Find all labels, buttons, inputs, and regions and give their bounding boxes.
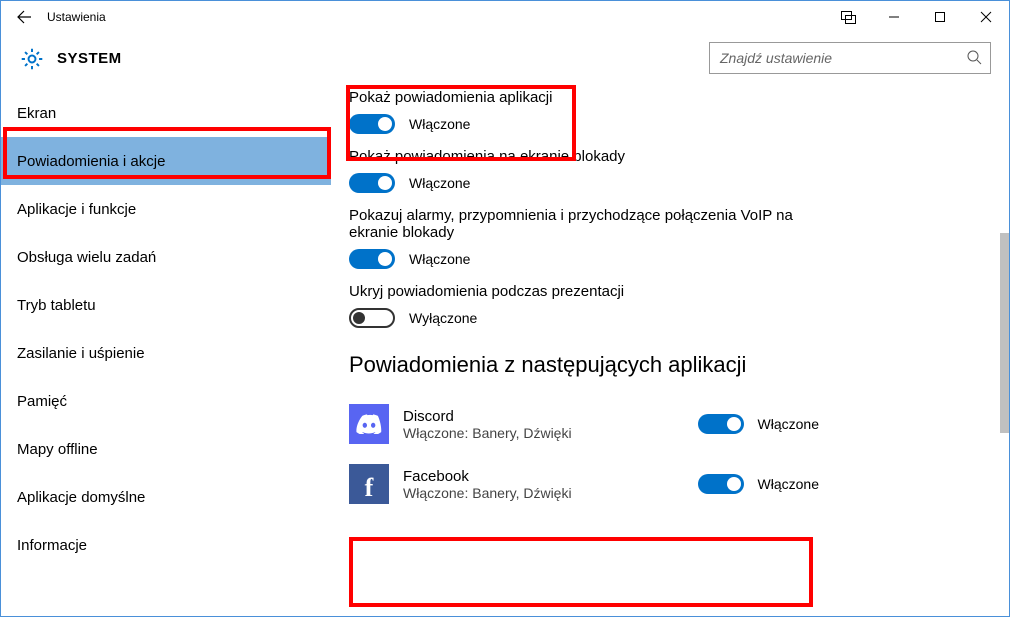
toggle-state: Włączone: [758, 416, 819, 432]
discord-icon: [349, 404, 389, 444]
window-title: Ustawienia: [47, 10, 825, 24]
toggle-switch[interactable]: [349, 308, 395, 328]
setting-label: Ukryj powiadomienia podczas prezentacji: [349, 283, 809, 300]
sidebar-item-default-apps[interactable]: Aplikacje domyślne: [1, 473, 331, 521]
facebook-icon: f: [349, 464, 389, 504]
setting-label: Pokazuj alarmy, przypomnienia i przychod…: [349, 207, 809, 241]
sidebar-item-label: Mapy offline: [17, 441, 98, 458]
toggle-state: Włączone: [409, 116, 470, 132]
sidebar-item-about[interactable]: Informacje: [1, 521, 331, 569]
sidebar-item-multitasking[interactable]: Obsługa wielu zadań: [1, 233, 331, 281]
sidebar-item-storage[interactable]: Pamięć: [1, 377, 331, 425]
setting-show-lockscreen-notifications: Pokaż powiadomienia na ekranie blokady W…: [349, 148, 979, 193]
toggle-switch[interactable]: [349, 173, 395, 193]
sidebar: Ekran Powiadomienia i akcje Aplikacje i …: [1, 83, 331, 616]
setting-label: Pokaż powiadomienia na ekranie blokady: [349, 148, 809, 165]
setting-hide-during-presentation: Ukryj powiadomienia podczas prezentacji …: [349, 283, 979, 328]
page-header: SYSTEM Znajdź ustawienie: [1, 33, 1009, 83]
search-icon: [966, 49, 982, 68]
section-heading: Powiadomienia z następujących aplikacji: [349, 352, 979, 378]
maximize-button[interactable]: [917, 1, 963, 33]
sidebar-item-label: Tryb tabletu: [17, 297, 96, 314]
sidebar-item-label: Pamięć: [17, 393, 67, 410]
app-desc: Włączone: Banery, Dźwięki: [403, 485, 698, 501]
toggle-state: Włączone: [409, 175, 470, 191]
setting-show-voip-lockscreen: Pokazuj alarmy, przypomnienia i przychod…: [349, 207, 979, 269]
gear-icon: [19, 46, 43, 70]
sidebar-item-maps[interactable]: Mapy offline: [1, 425, 331, 473]
toggle-switch[interactable]: [698, 414, 744, 434]
app-name: Discord: [403, 408, 698, 425]
toggle-state: Wyłączone: [409, 310, 477, 326]
sidebar-item-label: Aplikacje domyślne: [17, 489, 145, 506]
search-placeholder: Znajdź ustawienie: [720, 50, 966, 66]
app-desc: Włączone: Banery, Dźwięki: [403, 425, 698, 441]
scrollbar[interactable]: [1000, 233, 1009, 433]
toggle-state: Włączone: [758, 476, 819, 492]
app-row-facebook[interactable]: f Facebook Włączone: Banery, Dźwięki Włą…: [349, 458, 819, 518]
sidebar-item-label: Informacje: [17, 537, 87, 554]
minimize-button[interactable]: [871, 1, 917, 33]
setting-label: Pokaż powiadomienia aplikacji: [349, 89, 809, 106]
content-pane: Pokaż powiadomienia aplikacji Włączone P…: [331, 83, 1009, 616]
sidebar-item-label: Zasilanie i uśpienie: [17, 345, 145, 362]
window-controls: [825, 1, 1009, 33]
titlebar: Ustawienia: [1, 1, 1009, 33]
toggle-state: Włączone: [409, 251, 470, 267]
app-row-discord[interactable]: Discord Włączone: Banery, Dźwięki Włączo…: [349, 398, 819, 458]
app-name: Facebook: [403, 468, 698, 485]
sidebar-item-display[interactable]: Ekran: [1, 89, 331, 137]
sidebar-item-apps[interactable]: Aplikacje i funkcje: [1, 185, 331, 233]
toggle-switch[interactable]: [349, 249, 395, 269]
close-button[interactable]: [963, 1, 1009, 33]
back-button[interactable]: [7, 1, 41, 33]
tablet-mode-button[interactable]: [825, 1, 871, 33]
page-title: SYSTEM: [57, 50, 122, 67]
sidebar-item-label: Powiadomienia i akcje: [17, 153, 165, 170]
sidebar-item-label: Aplikacje i funkcje: [17, 201, 136, 218]
sidebar-item-power[interactable]: Zasilanie i uśpienie: [1, 329, 331, 377]
toggle-switch[interactable]: [349, 114, 395, 134]
sidebar-item-label: Obsługa wielu zadań: [17, 249, 156, 266]
search-input[interactable]: Znajdź ustawienie: [709, 42, 991, 74]
toggle-switch[interactable]: [698, 474, 744, 494]
setting-show-app-notifications: Pokaż powiadomienia aplikacji Włączone: [349, 89, 979, 134]
sidebar-item-notifications[interactable]: Powiadomienia i akcje: [1, 137, 331, 185]
sidebar-item-tablet[interactable]: Tryb tabletu: [1, 281, 331, 329]
sidebar-item-label: Ekran: [17, 105, 56, 122]
